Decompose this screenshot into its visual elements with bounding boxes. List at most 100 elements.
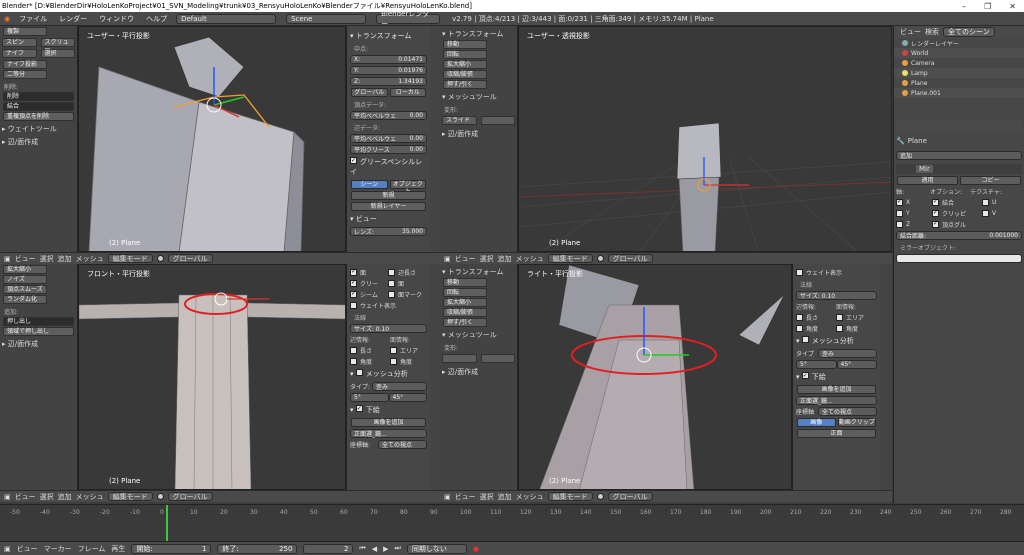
add-menu[interactable]: 追加 — [498, 254, 512, 264]
grease-pencil-checkbox[interactable] — [350, 157, 357, 164]
mesh-analysis-checkbox-bl[interactable] — [355, 369, 363, 376]
modifier-apply-button[interactable]: 適用 — [897, 175, 958, 185]
background-images-checkbox-br[interactable] — [801, 372, 809, 379]
mode-selector[interactable]: 編集モード — [547, 492, 593, 501]
shading-icon[interactable] — [156, 493, 164, 500]
tool-rotate-tr[interactable]: 回転 — [443, 50, 487, 59]
tool-shrink-br[interactable]: 収縮/膨張 — [443, 308, 487, 317]
tool-rotate-br[interactable]: 回転 — [443, 288, 487, 297]
outliner-search-menu[interactable]: 検索 — [925, 27, 939, 37]
editor-type-icon[interactable]: ▣ — [444, 493, 451, 501]
menu-window[interactable]: ウィンドウ — [96, 14, 137, 24]
tool-bisect[interactable]: 二等分 — [3, 70, 47, 79]
shading-icon[interactable] — [596, 493, 604, 500]
info-area-checkbox-br[interactable] — [836, 313, 843, 321]
menu-file[interactable]: ファイル — [16, 14, 50, 24]
tool-shrink-tr[interactable]: 収縮/膨張 — [443, 70, 487, 79]
properties-tabs[interactable] — [896, 120, 1022, 132]
normal-size-field-br[interactable]: サイズ: 0.10 — [796, 290, 877, 300]
modifier-copy-button[interactable]: コピー — [960, 175, 1021, 185]
edge-face-header-tl[interactable]: ▸ 辺/面作成 — [2, 137, 75, 147]
axis-dropdown-br[interactable]: 全ての視点 — [818, 406, 877, 416]
mesh-analysis-header-br[interactable]: ▾ メッシュ分析 — [796, 336, 877, 346]
analysis-max-field-br[interactable]: 45° — [836, 359, 877, 369]
outliner-row-world[interactable]: World — [894, 48, 1024, 58]
overlay-crease-checkbox[interactable] — [350, 279, 357, 287]
view-menu[interactable]: ビュー — [455, 254, 476, 264]
minimize-icon[interactable]: – — [962, 2, 966, 11]
analysis-type-dropdown-bl[interactable]: 歪み — [372, 381, 427, 391]
orientation-selector[interactable]: グローバル — [167, 492, 213, 501]
gp-object-toggle[interactable]: オブジェクト — [389, 179, 426, 195]
mesh-menu[interactable]: メッシュ — [76, 492, 104, 502]
mirror-object-field[interactable] — [896, 253, 1022, 263]
tool-noise-bl[interactable]: ノイズ — [3, 275, 47, 284]
info-length-checkbox-bl[interactable] — [350, 346, 357, 354]
tool-screw[interactable]: スクリュー — [40, 38, 75, 53]
outliner-row-renderlayer[interactable]: レンダーレイヤー — [894, 38, 1024, 48]
menu-render[interactable]: レンダー — [56, 14, 90, 24]
add-image-button-br[interactable]: 画像を追加 — [797, 384, 876, 394]
viewport-front-ortho[interactable]: フロント・平行投影 (2) Plane — [78, 264, 346, 490]
editor-type-icon[interactable]: ▣ — [4, 493, 11, 501]
info-face-angle-checkbox-br[interactable] — [836, 324, 843, 332]
viewport-right-ortho[interactable]: ライト・平行投影 (2) Plane — [518, 264, 792, 490]
median-z-field[interactable]: Z: 1.34193 — [350, 76, 427, 86]
outliner-row-camera[interactable]: Camera — [894, 58, 1024, 68]
select-menu[interactable]: 選択 — [40, 492, 54, 502]
select-menu[interactable]: 選択 — [480, 492, 494, 502]
jump-start-icon[interactable]: ⏮ — [359, 544, 365, 553]
transform-tools-header-br[interactable]: ▾ トランスフォーム — [442, 267, 515, 277]
mesh-menu[interactable]: メッシュ — [516, 254, 544, 264]
edge-bevel-weight-field[interactable]: 平均ベベルウェ 0.00 — [350, 133, 427, 143]
vertex-bevel-weight-field[interactable]: 平均ベベルウェ 0.00 — [350, 110, 427, 120]
merge-distance-field[interactable]: 結合距離: 0.001000 — [896, 230, 1022, 240]
overlay-edge-length-checkbox[interactable] — [388, 268, 395, 276]
info-area-checkbox-bl[interactable] — [390, 346, 397, 354]
view-menu[interactable]: ビュー — [15, 492, 36, 502]
weight-display-checkbox-br[interactable] — [796, 268, 803, 276]
mesh-tools-header-tr[interactable]: ▾ メッシュツール — [442, 92, 515, 102]
maximize-icon[interactable]: ❐ — [984, 2, 991, 11]
median-x-field[interactable]: X: 0.01471 — [350, 54, 427, 64]
edge-face-header-br[interactable]: ▸ 辺/面作成 — [442, 367, 515, 377]
edge-face-header-bl[interactable]: ▸ 辺/面作成 — [2, 339, 75, 349]
outliner-view-menu[interactable]: ビュー — [900, 27, 921, 37]
background-images-checkbox-bl[interactable] — [355, 405, 363, 412]
outliner-row-plane[interactable]: Plane — [894, 78, 1024, 88]
shading-icon[interactable] — [596, 255, 604, 262]
end-frame-field[interactable]: 終了: 250 — [217, 543, 298, 554]
timeline-playback-menu[interactable]: 再生 — [111, 544, 125, 554]
tool-smooth-bl[interactable]: 頂点スムーズ — [3, 285, 47, 294]
front-button[interactable]: 正面 — [797, 428, 876, 438]
mode-selector[interactable]: 編集モード — [547, 254, 593, 263]
median-y-field[interactable]: Y: 0.01976 — [350, 65, 427, 75]
editor-type-icon[interactable]: ▣ — [4, 255, 11, 263]
background-image-item-bl[interactable]: 正面選_鏡... — [350, 428, 427, 438]
gp-new-button[interactable]: 新規 — [351, 190, 426, 200]
overlay-seam-checkbox[interactable] — [350, 290, 357, 298]
scrollbar-br[interactable] — [880, 264, 892, 490]
viewport-user-persp[interactable]: ユーザー・透視投影 (2) Plane — [518, 26, 892, 252]
source-movie-toggle[interactable]: 動画クリップ — [837, 417, 876, 427]
local-toggle[interactable]: ローカル — [389, 87, 426, 97]
info-angle-checkbox-bl[interactable] — [350, 357, 357, 365]
tool-knife-project[interactable]: ナイフ投影 — [3, 60, 47, 69]
play-icon[interactable]: ▶ — [383, 545, 388, 553]
extrude-region-button[interactable]: 領域で押し出し — [3, 327, 74, 336]
background-image-item-br[interactable]: 正面選_鏡... — [796, 395, 877, 405]
view-menu[interactable]: ビュー — [455, 492, 476, 502]
outliner-row-plane001[interactable]: Plane.001 — [894, 88, 1024, 98]
vgroup-checkbox[interactable] — [932, 220, 939, 228]
select-menu[interactable]: 選択 — [40, 254, 54, 264]
add-menu[interactable]: 追加 — [58, 492, 72, 502]
mesh-analysis-header-bl[interactable]: ▾ メッシュ分析 — [350, 369, 427, 379]
join-dropdown[interactable]: 結合 — [3, 102, 74, 111]
source-image-toggle[interactable]: 画像 — [797, 417, 836, 427]
analysis-max-field-bl[interactable]: 45° — [388, 392, 427, 402]
transform-tools-header-tr[interactable]: ▾ トランスフォーム — [442, 29, 515, 39]
axis-dropdown-bl[interactable]: 全ての視点 — [378, 439, 427, 449]
close-icon[interactable]: ✕ — [1009, 2, 1016, 11]
mesh-menu[interactable]: メッシュ — [516, 492, 544, 502]
delete-dropdown[interactable]: 削除 — [3, 92, 74, 101]
